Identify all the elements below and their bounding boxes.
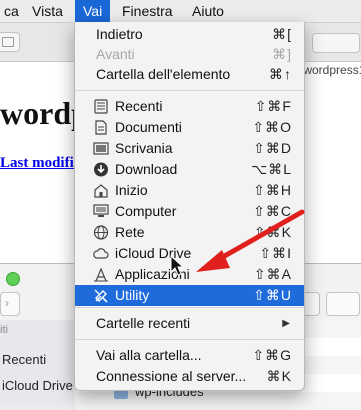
recents-icon <box>94 99 108 114</box>
computer-icon <box>93 204 109 217</box>
menu-item-cartelle-recenti[interactable]: Cartelle recenti ▶ <box>75 313 304 334</box>
desktop-icon <box>93 142 109 155</box>
applications-icon <box>94 267 108 282</box>
icloud-icon <box>93 248 109 259</box>
menu-item-connessione-server[interactable]: Connessione al server... ⌘K <box>75 366 304 387</box>
finder-sidebar: iti Recenti iCloud Drive <box>0 320 74 405</box>
menu-bar: ca Vista Vai Finestra Aiuto <box>0 0 361 23</box>
chevron-right-icon: › <box>5 296 9 310</box>
menu-item-applicazioni[interactable]: Applicazioni ⇧⌘A <box>75 264 304 285</box>
menu-item-avanti[interactable]: Avanti ⌘] <box>75 44 304 65</box>
sidebar-toggle-button[interactable] <box>0 32 20 52</box>
menu-item-utility[interactable]: Utility ⇧⌘U <box>75 285 304 306</box>
menu-separator <box>75 307 304 308</box>
submenu-arrow-icon: ▶ <box>282 318 290 329</box>
home-icon <box>94 184 108 198</box>
menu-item-documenti[interactable]: Documenti ⇧⌘O <box>75 117 304 138</box>
menu-item-rete[interactable]: Rete ⇧⌘K <box>75 222 304 243</box>
finder-share-button[interactable] <box>326 292 360 316</box>
zoom-window-button[interactable] <box>6 272 20 286</box>
menu-item-scrivania[interactable]: Scrivania ⇧⌘D <box>75 138 304 159</box>
menu-item-indietro[interactable]: Indietro ⌘[ <box>75 24 304 45</box>
utilities-icon <box>94 289 108 303</box>
menu-item-download[interactable]: Download ⌥⌘L <box>75 159 304 180</box>
menu-vista[interactable]: Vista <box>24 0 71 22</box>
menu-item-cartella-elemento[interactable]: Cartella dell'elemento ⌘↑ <box>75 64 304 85</box>
download-icon <box>94 162 108 177</box>
last-modified-link[interactable]: Last modific <box>0 155 80 172</box>
menu-vai[interactable]: Vai <box>75 0 111 22</box>
vai-menu: Indietro ⌘[ Avanti ⌘] Cartella dell'elem… <box>74 22 305 391</box>
menu-modifica[interactable]: ca <box>0 0 27 22</box>
sidebar-icon <box>2 37 14 47</box>
menu-separator <box>75 339 304 340</box>
menu-separator <box>75 90 304 91</box>
documents-icon <box>95 120 107 135</box>
menu-finestra[interactable]: Finestra <box>114 0 181 22</box>
sidebar-section-header: iti <box>0 324 8 336</box>
menu-aiuto[interactable]: Aiuto <box>184 0 232 22</box>
menu-item-vai-alla-cartella[interactable]: Vai alla cartella... ⇧⌘G <box>75 345 304 366</box>
menu-item-recenti[interactable]: Recenti ⇧⌘F <box>75 96 304 117</box>
address-bar-text[interactable]: /wordpress1 <box>300 63 361 77</box>
share-button[interactable] <box>312 33 360 53</box>
sidebar-item-icloud[interactable]: iCloud Drive <box>2 378 73 393</box>
network-icon <box>93 225 109 240</box>
menu-item-icloud-drive[interactable]: iCloud Drive ⇧⌘I <box>75 243 304 264</box>
menu-item-computer[interactable]: Computer ⇧⌘C <box>75 201 304 222</box>
menu-item-inizio[interactable]: Inizio ⇧⌘H <box>75 180 304 201</box>
finder-back-button[interactable]: › <box>0 292 20 316</box>
sidebar-item-recenti[interactable]: Recenti <box>2 352 46 367</box>
